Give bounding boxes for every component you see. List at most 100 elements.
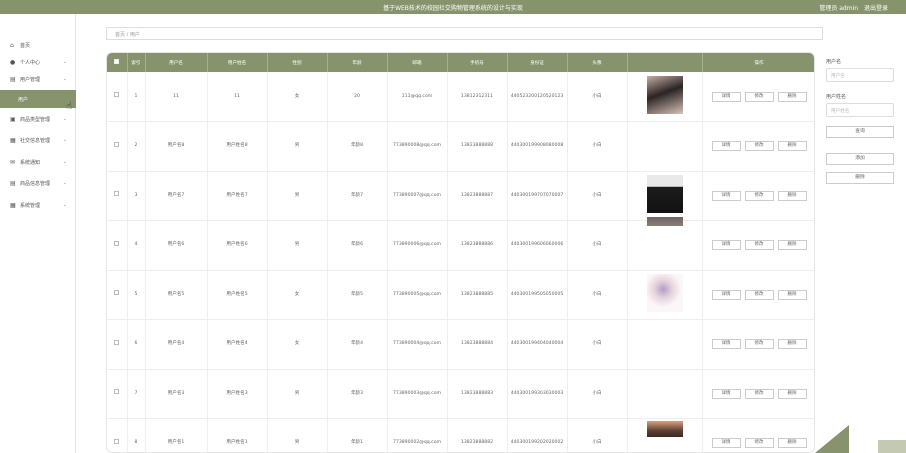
delete-button[interactable]: 删除	[777, 91, 807, 102]
cell-idcard: 440523200120520123	[507, 72, 568, 122]
cell-phone: 13823888882	[447, 418, 508, 452]
edit-button[interactable]: 修改	[744, 91, 774, 102]
sidebar-item-label: 用户管理	[20, 76, 41, 83]
column-header: 年龄	[327, 53, 388, 72]
sidebar-item-label: 系统管理	[20, 202, 41, 209]
sidebar-item[interactable]: ▤ 商品信息管理 ⌄	[0, 174, 76, 192]
cell-avatar	[627, 418, 703, 452]
detail-button[interactable]: 详情	[711, 91, 741, 102]
delete-button[interactable]: 删除	[777, 190, 807, 201]
detail-button[interactable]: 详情	[711, 438, 741, 449]
cell-username: 用户名3	[145, 369, 208, 419]
edit-button[interactable]: 修改	[744, 438, 774, 449]
delete-button[interactable]: 删除	[777, 438, 807, 449]
column-header: 头像	[567, 53, 628, 72]
cell-phone: 13823888885	[447, 270, 508, 320]
cell-actions: 详情 修改 删除	[702, 171, 814, 221]
sidebar-item[interactable]: ✉ 系统通知 ⌄	[0, 153, 76, 171]
mouse-cursor-icon: ☝	[66, 101, 73, 112]
detail-button[interactable]: 详情	[711, 190, 741, 201]
column-header: 索引	[127, 53, 146, 72]
edit-button[interactable]: 修改	[744, 388, 774, 399]
row-checkbox[interactable]	[114, 141, 120, 147]
batch-delete-button[interactable]: 删除	[826, 172, 894, 184]
avatar	[646, 273, 683, 312]
row-checkbox[interactable]	[114, 290, 120, 296]
cell-index: 4	[127, 220, 146, 271]
chevron-down-icon: ⌄	[62, 202, 67, 208]
cell-phone: 13823888884	[447, 319, 508, 370]
cell-email: 773890004@qq.com	[387, 319, 448, 370]
username-search-input[interactable]: 用户名	[826, 68, 894, 82]
sidebar-item[interactable]: ▣ 商品类型管理 ⌄	[0, 110, 76, 128]
row-checkbox[interactable]	[114, 92, 120, 97]
cell-index: 7	[127, 369, 146, 419]
app-title: 基于WEB技术的校园社交购物管理系统的设计与实现	[383, 5, 523, 12]
username-label: 用户名	[826, 59, 842, 65]
detail-button[interactable]: 详情	[711, 339, 741, 350]
cell-idcard: 440300199707070007	[507, 171, 568, 221]
row-checkbox[interactable]	[114, 339, 120, 345]
select-all-header[interactable]	[107, 53, 128, 72]
sidebar-item-label: 社交信息管理	[20, 137, 51, 144]
breadcrumb-current: 用户	[129, 32, 140, 38]
cell-actions: 详情 修改 删除	[702, 319, 814, 370]
sidebar-item[interactable]: ▦ 系统管理 ⌄	[0, 196, 76, 214]
cell-phone: 13823888886	[447, 220, 508, 271]
add-button[interactable]: 添加	[826, 153, 894, 165]
cell-name: 用户姓名6	[207, 220, 268, 271]
sidebar-item[interactable]: ⌂ 首页	[0, 36, 76, 54]
cell-actions: 详情 修改 删除	[702, 369, 814, 419]
delete-button[interactable]: 删除	[777, 339, 807, 350]
logout-link[interactable]: 退出登录	[864, 5, 888, 12]
user-area: 管理员 admin 退出登录	[815, 3, 888, 12]
sidebar-item[interactable]: 用户	[0, 90, 76, 108]
row-checkbox-cell	[107, 171, 128, 221]
cell-email: 773890007@qq.com	[387, 171, 448, 221]
cell-avatar	[627, 369, 703, 419]
sidebar-item-label: 系统通知	[20, 159, 41, 166]
row-checkbox-cell	[107, 369, 128, 419]
user-table: 索引 用户名 用户姓名 性别 年龄 邮箱 手机号 身份证 头像 操作 1 11 11 女 20 111@qq…	[107, 53, 814, 452]
delete-button[interactable]: 删除	[777, 388, 807, 399]
row-checkbox[interactable]	[114, 438, 120, 444]
cell-actions: 详情 修改 删除	[702, 121, 814, 172]
delete-button[interactable]: 删除	[777, 289, 807, 300]
sidebar-item[interactable]: ▦ 社交信息管理 ⌄	[0, 131, 76, 149]
sidebar-item[interactable]: ● 个人中心 ⌄	[0, 53, 76, 71]
column-header: 性别	[267, 53, 328, 72]
breadcrumb-home[interactable]: 首页	[115, 32, 125, 38]
cell-index: 5	[127, 270, 146, 320]
detail-button[interactable]: 详情	[711, 141, 741, 152]
search-button[interactable]: 查询	[826, 126, 894, 138]
edit-button[interactable]: 修改	[744, 190, 774, 201]
document-icon: ▤	[10, 179, 16, 187]
edit-button[interactable]: 修改	[744, 289, 774, 300]
edit-button[interactable]: 修改	[744, 339, 774, 350]
chevron-down-icon: ⌄	[62, 76, 67, 82]
table-row: 4 用户名6 用户姓名6 男年龄6 773890006@qq.com 1382388888…	[107, 217, 814, 271]
sidebar-item[interactable]: ▤ 用户管理 ⌄	[0, 70, 76, 88]
select-all-checkbox[interactable]	[114, 59, 120, 64]
column-header: 操作	[702, 53, 814, 72]
delete-button[interactable]: 删除	[777, 240, 807, 251]
detail-button[interactable]: 详情	[711, 289, 741, 300]
cell-idcard: 440300199606060006	[507, 220, 568, 271]
cell-idcard: 440300199908080008	[507, 121, 568, 172]
detail-button[interactable]: 详情	[711, 240, 741, 251]
edit-button[interactable]: 修改	[744, 240, 774, 251]
row-checkbox[interactable]	[114, 191, 120, 197]
decor-block	[878, 440, 906, 453]
row-checkbox[interactable]	[114, 389, 120, 395]
decor-shape	[815, 425, 849, 453]
name-search-input[interactable]: 用户姓名	[826, 103, 894, 117]
edit-button[interactable]: 修改	[744, 141, 774, 152]
row-checkbox[interactable]	[114, 240, 120, 246]
avatar	[646, 217, 683, 227]
cell-username: 用户名5	[145, 270, 208, 320]
chevron-down-icon: ⌄	[62, 116, 67, 122]
delete-button[interactable]: 删除	[777, 141, 807, 152]
sidebar-item-label: 首页	[20, 42, 31, 49]
cell-name: 用户姓名3	[207, 369, 268, 419]
detail-button[interactable]: 详情	[711, 388, 741, 399]
